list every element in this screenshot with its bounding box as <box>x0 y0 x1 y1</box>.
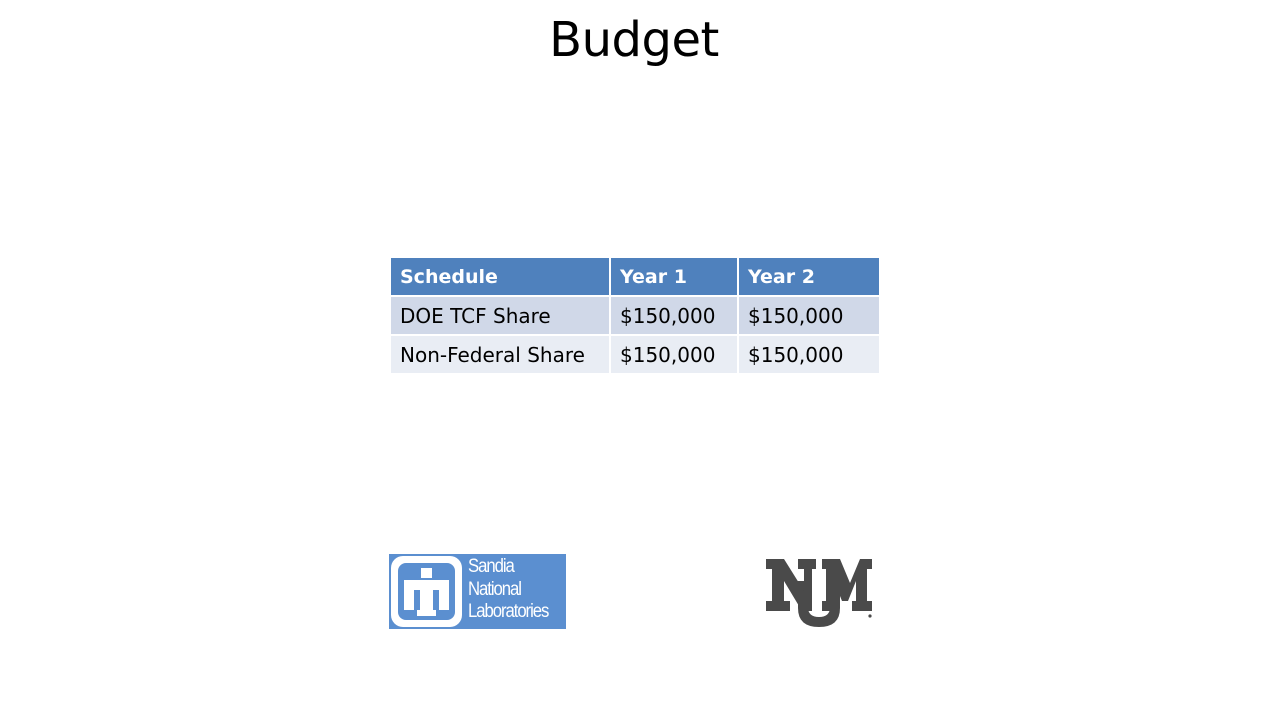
sandia-line: Laboratories <box>468 601 549 622</box>
cell-year-2: $150,000 <box>737 295 881 336</box>
slide: Budget Schedule Year 1 Year 2 DOE TCF Sh… <box>0 0 1280 720</box>
sandia-logo: Sandia National Laboratories <box>389 554 566 629</box>
header-year-2: Year 2 <box>737 256 881 297</box>
header-schedule: Schedule <box>389 256 611 297</box>
sandia-wordmark: Sandia National Laboratories <box>468 556 554 624</box>
slide-title: Budget <box>549 12 719 68</box>
sandia-line: Sandia <box>468 556 515 577</box>
budget-table: Schedule Year 1 Year 2 DOE TCF Share $15… <box>389 256 881 375</box>
unm-logo <box>766 559 872 627</box>
registered-mark-icon <box>868 614 872 618</box>
cell-year-1: $150,000 <box>609 334 739 375</box>
header-year-1: Year 1 <box>609 256 739 297</box>
sandia-line: National <box>468 578 522 600</box>
cell-year-1: $150,000 <box>609 295 739 336</box>
table-row: DOE TCF Share $150,000 $150,000 <box>389 295 881 336</box>
cell-schedule: DOE TCF Share <box>389 295 611 336</box>
cell-year-2: $150,000 <box>737 334 881 375</box>
thunderbird-icon <box>391 556 462 627</box>
cell-schedule: Non-Federal Share <box>389 334 611 375</box>
table-row: Non-Federal Share $150,000 $150,000 <box>389 334 881 375</box>
table-header-row: Schedule Year 1 Year 2 <box>389 256 881 297</box>
